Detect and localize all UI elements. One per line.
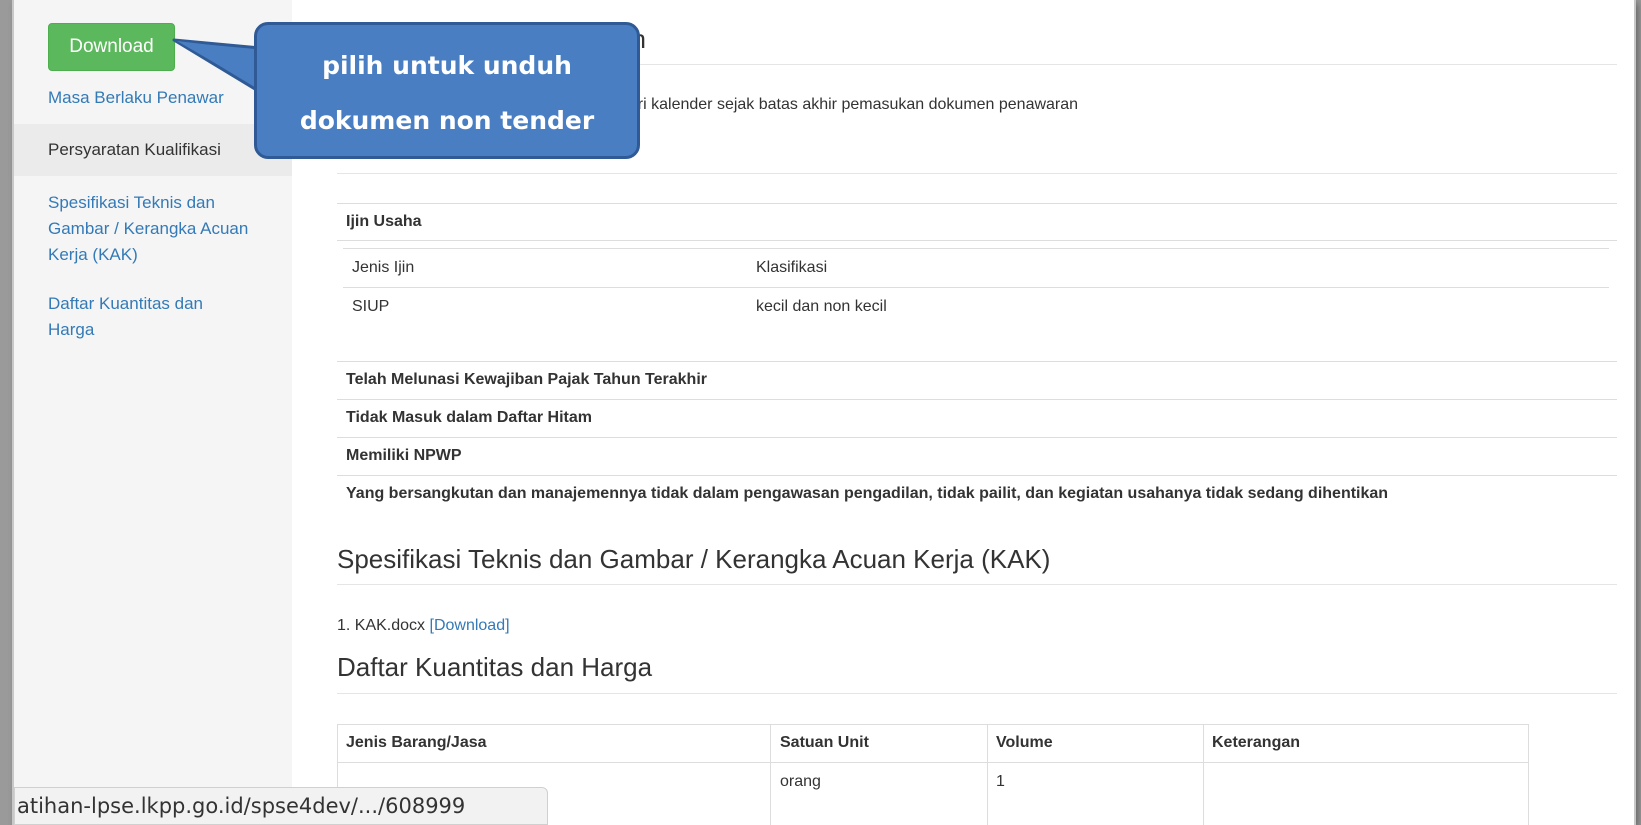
- sidebar-item-persyaratan[interactable]: Persyaratan Kualifikasi: [14, 124, 292, 176]
- table-border: [337, 361, 1617, 362]
- requirement-item: Yang bersangkutan dan manajemennya tidak…: [346, 485, 1389, 502]
- callout-annotation: pilih untuk unduh dokumen non tender: [254, 22, 640, 159]
- dkh-cell-volume: 1: [996, 773, 1005, 790]
- table-border: [1528, 724, 1529, 825]
- callout-line-1: pilih untuk unduh: [322, 51, 572, 80]
- dkh-header-volume: Volume: [996, 734, 1053, 751]
- table-border: [770, 724, 771, 825]
- section-heading-kak: Spesifikasi Teknis dan Gambar / Kerangka…: [337, 544, 1051, 574]
- table-border: [337, 762, 1529, 763]
- divider: [337, 173, 1617, 174]
- download-button[interactable]: Download: [48, 23, 175, 71]
- sidebar-item-daftar-kuantitas[interactable]: Daftar Kuantitas dan Harga: [14, 291, 244, 343]
- ijin-header-klasifikasi: Klasifikasi: [756, 259, 828, 276]
- sidebar-item-spesifikasi[interactable]: Spesifikasi Teknis dan Gambar / Kerangka…: [14, 190, 264, 268]
- table-border: [337, 240, 1617, 241]
- kak-download-link[interactable]: [Download]: [430, 617, 510, 634]
- section-heading-dkh: Daftar Kuantitas dan Harga: [337, 652, 653, 682]
- callout-line-2: dokumen non tender: [299, 106, 595, 135]
- table-border: [337, 437, 1617, 438]
- table-border: [987, 724, 988, 825]
- ijin-usaha-title: Ijin Usaha: [346, 213, 422, 230]
- table-border: [343, 248, 1609, 249]
- callout-pointer: [172, 38, 262, 94]
- ijin-cell-klasifikasi: kecil dan non kecil: [756, 298, 887, 315]
- table-border: [337, 399, 1617, 400]
- ijin-header-jenis: Jenis Ijin: [352, 259, 415, 276]
- dkh-cell-satuan: orang: [780, 773, 821, 790]
- divider: [337, 584, 1617, 585]
- dkh-header-satuan: Satuan Unit: [780, 734, 869, 751]
- dkh-header-jenis: Jenis Barang/Jasa: [346, 734, 487, 751]
- table-border: [343, 287, 1609, 288]
- table-border: [1203, 724, 1204, 825]
- table-border: [337, 203, 1617, 204]
- masa-berlaku-text: hari kalender sejak batas akhir pemasuka…: [620, 96, 1079, 113]
- ijin-cell-jenis: SIUP: [352, 298, 390, 315]
- requirement-item: Telah Melunasi Kewajiban Pajak Tahun Ter…: [346, 371, 707, 388]
- browser-page: Download Masa Berlaku Penawar Persyarata…: [14, 0, 1634, 825]
- table-border: [337, 724, 1529, 725]
- kak-file-name: 1. KAK.docx: [337, 617, 426, 634]
- callout-box: pilih untuk unduh dokumen non tender: [254, 22, 640, 159]
- sidebar: Download Masa Berlaku Penawar Persyarata…: [14, 0, 292, 825]
- table-border: [337, 475, 1617, 476]
- requirement-item: Tidak Masuk dalam Daftar Hitam: [346, 409, 593, 426]
- status-bar-url: atihan-lpse.lkpp.go.id/spse4dev/.../6089…: [14, 787, 548, 825]
- divider: [337, 693, 1617, 694]
- dkh-header-keterangan: Keterangan: [1212, 734, 1301, 751]
- requirement-item: Memiliki NPWP: [346, 447, 462, 464]
